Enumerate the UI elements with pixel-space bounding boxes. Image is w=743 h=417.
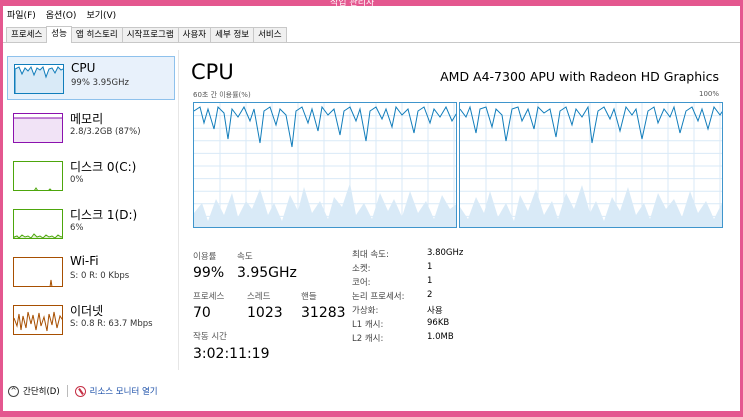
threads-value: 1023 <box>247 305 283 321</box>
cpu-mini-graph <box>14 64 64 94</box>
uptime-value: 3:02:11:19 <box>193 346 270 362</box>
cpu-graph-core-1 <box>459 102 723 228</box>
sidebar-item-sub: 99% 3.95GHz <box>71 78 129 88</box>
ethernet-mini-graph <box>13 305 63 335</box>
tab-processes[interactable]: 프로세스 <box>6 27 48 42</box>
handles-value: 31283 <box>301 305 346 321</box>
performance-sidebar: CPU 99% 3.95GHz 메모리 2.8/3.2GB (87%) 디스크 … <box>3 50 179 370</box>
menu-view[interactable]: 보기(V) <box>86 8 116 21</box>
task-manager-window: 파일(F) 옵션(O) 보기(V) 프로세스 성능 앱 히스토리 시작프로그램 … <box>3 6 740 411</box>
info-label-virtualization: 가상화: <box>352 306 379 316</box>
wifi-mini-graph <box>13 257 63 287</box>
graph-axis-label: 60초 간 이용률(%) <box>193 91 251 99</box>
cpu-detail-panel: CPU AMD A4-7300 APU with Radeon HD Graph… <box>189 50 735 370</box>
info-value-logical-processors: 2 <box>427 290 433 300</box>
sidebar-item-disk1[interactable]: 디스크 1(D:) 6% <box>7 202 175 246</box>
disk1-mini-graph <box>13 209 63 239</box>
menu-file[interactable]: 파일(F) <box>7 8 36 21</box>
utilization-label: 이용률 <box>193 252 217 262</box>
info-label-logical-processors: 논리 프로세서: <box>352 292 405 302</box>
info-label-l2-cache: L2 캐시: <box>352 334 384 344</box>
speed-label: 속도 <box>237 252 253 262</box>
memory-mini-graph <box>13 113 63 143</box>
cpu-graph-core-0 <box>193 102 457 228</box>
fewer-details-button[interactable]: 간단히(D) <box>23 385 60 397</box>
uptime-label: 작동 시간 <box>193 332 227 342</box>
open-resource-monitor-link[interactable]: 리소스 모니터 열기 <box>90 385 158 397</box>
menu-options[interactable]: 옵션(O) <box>46 8 77 21</box>
processes-value: 70 <box>193 305 211 321</box>
sidebar-item-label: Wi-Fi <box>70 254 99 268</box>
info-value-sockets: 1 <box>427 262 433 272</box>
tab-details[interactable]: 세부 정보 <box>210 27 255 42</box>
sidebar-item-sub: 0% <box>70 175 84 185</box>
info-value-l1-cache: 96KB <box>427 318 450 328</box>
tab-services[interactable]: 서비스 <box>253 27 287 42</box>
tab-bar: 프로세스 성능 앱 히스토리 시작프로그램 사용자 세부 정보 서비스 <box>3 26 740 43</box>
sidebar-item-wifi[interactable]: Wi-Fi S: 0 R: 0 Kbps <box>7 250 175 294</box>
tab-app-history[interactable]: 앱 히스토리 <box>70 27 123 42</box>
core-1-graph-svg <box>460 103 722 227</box>
utilization-value: 99% <box>193 265 225 281</box>
info-label-cores: 코어: <box>352 278 371 288</box>
disk0-mini-graph <box>13 161 63 191</box>
sidebar-item-disk0[interactable]: 디스크 0(C:) 0% <box>7 154 175 198</box>
core-0-graph-svg <box>194 103 456 227</box>
sidebar-item-label: 메모리 <box>70 112 104 126</box>
sidebar-item-sub: S: 0.8 R: 63.7 Mbps <box>70 319 153 329</box>
graph-max-label: 100% <box>698 90 719 98</box>
sidebar-item-label: 이더넷 <box>70 304 104 318</box>
resource-monitor-icon <box>74 385 86 397</box>
threads-label: 스레드 <box>247 292 271 302</box>
handles-label: 핸들 <box>301 292 317 302</box>
speed-value: 3.95GHz <box>237 265 297 281</box>
tab-performance[interactable]: 성능 <box>46 26 72 43</box>
sidebar-item-label: 디스크 0(C:) <box>70 160 137 174</box>
info-label-max-speed: 최대 속도: <box>352 250 389 260</box>
sidebar-item-sub: S: 0 R: 0 Kbps <box>70 271 130 281</box>
sidebar-item-memory[interactable]: 메모리 2.8/3.2GB (87%) <box>7 106 175 150</box>
tab-users[interactable]: 사용자 <box>177 27 212 42</box>
info-label-l1-cache: L1 캐시: <box>352 320 384 330</box>
processes-label: 프로세스 <box>193 292 225 302</box>
sidebar-item-label: 디스크 1(D:) <box>70 208 138 222</box>
menu-bar: 파일(F) 옵션(O) 보기(V) <box>3 6 740 23</box>
sidebar-item-cpu[interactable]: CPU 99% 3.95GHz <box>7 56 175 100</box>
divider <box>66 385 68 397</box>
info-value-virtualization: 사용 <box>427 306 443 316</box>
sidebar-item-ethernet[interactable]: 이더넷 S: 0.8 R: 63.7 Mbps <box>7 298 175 342</box>
info-label-sockets: 소켓: <box>352 264 371 274</box>
page-title: CPU <box>191 60 234 84</box>
sidebar-item-label: CPU <box>71 61 96 75</box>
info-value-max-speed: 3.80GHz <box>427 248 464 258</box>
chevron-up-icon[interactable]: ^ <box>8 385 19 397</box>
info-value-cores: 1 <box>427 276 433 286</box>
cpu-model-name: AMD A4-7300 APU with Radeon HD Graphics <box>440 69 719 84</box>
bottom-bar: ^ 간단히(D) 리소스 모니터 열기 <box>3 380 740 402</box>
sidebar-item-sub: 2.8/3.2GB (87%) <box>70 127 141 137</box>
info-value-l2-cache: 1.0MB <box>427 332 454 342</box>
tab-startup[interactable]: 시작프로그램 <box>121 27 179 42</box>
sidebar-item-sub: 6% <box>70 223 84 233</box>
